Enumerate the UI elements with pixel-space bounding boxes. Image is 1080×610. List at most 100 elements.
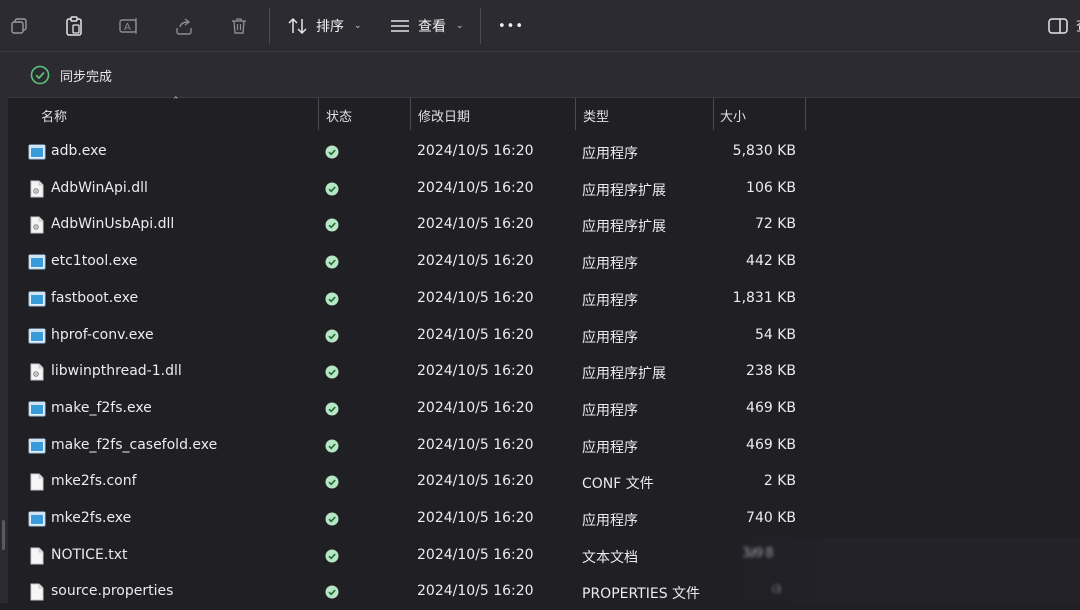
share-icon[interactable] bbox=[172, 14, 196, 38]
file-row[interactable]: libwinpthread-1.dll 2024/10/5 16:20 应用程序扩展… bbox=[8, 354, 1080, 390]
sort-label: 排序 bbox=[316, 19, 344, 35]
file-name: libwinpthread-1.dll bbox=[51, 363, 182, 380]
dll-icon bbox=[28, 216, 46, 234]
synced-status-icon bbox=[325, 402, 339, 420]
file-row[interactable]: make_f2fs_casefold.exe 2024/10/5 16:20 应用程… bbox=[8, 428, 1080, 464]
file-row[interactable]: etc1tool.exe 2024/10/5 16:20 应用程序 442 KB bbox=[8, 244, 1080, 280]
file-type: 应用程序 bbox=[582, 146, 638, 162]
pane-resize-handle[interactable] bbox=[2, 520, 5, 550]
file-row[interactable]: mke2fs.exe 2024/10/5 16:20 应用程序 740 KB bbox=[8, 501, 1080, 537]
column-header-status-label: 状态 bbox=[326, 110, 353, 125]
file-modified-date: 2024/10/5 16:20 bbox=[417, 363, 534, 380]
details-pane-button[interactable]: 查 bbox=[1048, 12, 1080, 40]
file-row[interactable]: AdbWinApi.dll 2024/10/5 16:20 应用程序扩展 106 KB bbox=[8, 171, 1080, 207]
column-header-status[interactable]: 状态 bbox=[319, 98, 411, 130]
file-modified-date: 2024/10/5 16:20 bbox=[417, 143, 534, 159]
synced-status-icon bbox=[325, 182, 339, 200]
sync-status-text: 同步完成 bbox=[60, 70, 113, 85]
file-row[interactable]: mke2fs.conf 2024/10/5 16:20 CONF 文件 2 KB bbox=[8, 464, 1080, 500]
file-size: 2 KB bbox=[763, 473, 796, 490]
file-size: 740 KB bbox=[746, 510, 796, 526]
column-header-modified[interactable]: 修改日期 bbox=[411, 98, 576, 130]
dll-icon bbox=[28, 180, 46, 198]
file-modified-date: 2024/10/5 16:20 bbox=[417, 326, 534, 343]
file-type: PROPERTIES 文件 bbox=[582, 586, 701, 603]
paste-icon[interactable] bbox=[62, 14, 86, 38]
file-icon bbox=[28, 583, 46, 601]
column-header-type[interactable]: 类型 bbox=[576, 98, 714, 130]
details-pane-label: 查 bbox=[1076, 16, 1080, 36]
exe-icon bbox=[28, 327, 46, 345]
delete-icon[interactable] bbox=[227, 14, 251, 38]
file-type: 应用程序扩展 bbox=[582, 182, 666, 199]
file-size: 72 KB bbox=[754, 216, 796, 233]
file-icon bbox=[28, 547, 46, 565]
file-name: AdbWinUsbApi.dll bbox=[51, 216, 175, 233]
file-row[interactable]: AdbWinUsbApi.dll 2024/10/5 16:20 应用程序扩展 72 … bbox=[8, 207, 1080, 243]
column-header-type-label: 类型 bbox=[583, 110, 610, 125]
exe-icon bbox=[28, 437, 46, 455]
synced-status-icon bbox=[325, 549, 339, 567]
synced-status-icon bbox=[325, 292, 339, 310]
file-name: hprof-conv.exe bbox=[51, 326, 154, 343]
command-bar: A 排序 ⌄ 查看 ⌄ ••• 查 bbox=[0, 0, 1080, 52]
file-modified-date: 2024/10/5 16:20 bbox=[417, 583, 534, 600]
column-header-size-label: 大小 bbox=[720, 110, 747, 125]
column-header-modified-label: 修改日期 bbox=[418, 110, 471, 125]
copy-icon[interactable] bbox=[7, 14, 31, 38]
file-type: 应用程序 bbox=[582, 329, 638, 346]
file-icon bbox=[28, 473, 46, 491]
file-name: make_f2fs_casefold.exe bbox=[51, 436, 218, 453]
sort-ascending-icon: ⌃ bbox=[172, 96, 180, 106]
file-size: 238 KB bbox=[746, 363, 796, 380]
synced-status-icon bbox=[325, 145, 339, 163]
file-name: NOTICE.txt bbox=[51, 546, 128, 563]
file-size: 469 KB bbox=[746, 399, 796, 416]
file-modified-date: 2024/10/5 16:20 bbox=[417, 473, 534, 490]
sort-icon bbox=[288, 17, 307, 35]
file-row[interactable]: hprof-conv.exe 2024/10/5 16:20 应用程序 54 KB bbox=[8, 318, 1080, 354]
file-row[interactable]: fastboot.exe 2024/10/5 16:20 应用程序 1,831 KB bbox=[8, 281, 1080, 317]
file-name: mke2fs.exe bbox=[51, 510, 132, 526]
chevron-down-icon: ⌄ bbox=[354, 21, 362, 31]
svg-text:A: A bbox=[124, 22, 131, 33]
dll-icon bbox=[28, 363, 46, 381]
redacted-text: ଓ bbox=[772, 582, 781, 597]
column-header-name[interactable]: ⌃ 名称 bbox=[8, 96, 319, 130]
file-name: mke2fs.conf bbox=[51, 473, 137, 490]
exe-icon bbox=[28, 143, 46, 161]
synced-status-icon bbox=[325, 512, 339, 530]
file-type: 文本文档 bbox=[582, 549, 638, 566]
toolbar-divider bbox=[269, 8, 270, 44]
file-type: 应用程序 bbox=[582, 513, 638, 529]
synced-status-icon bbox=[325, 475, 339, 493]
file-size: 5,830 KB bbox=[732, 143, 796, 159]
chevron-down-icon: ⌄ bbox=[456, 21, 464, 31]
file-type: 应用程序 bbox=[582, 439, 638, 456]
file-row[interactable]: adb.exe 2024/10/5 16:20 应用程序 5,830 KB bbox=[8, 134, 1080, 170]
sort-button[interactable]: 排序 ⌄ bbox=[288, 12, 362, 40]
view-label: 查看 bbox=[418, 19, 446, 35]
column-header-size[interactable]: 大小 bbox=[714, 98, 806, 130]
rename-icon[interactable]: A bbox=[117, 14, 141, 38]
synced-status-icon bbox=[325, 218, 339, 236]
more-icon: ••• bbox=[498, 18, 525, 34]
file-modified-date: 2024/10/5 16:20 bbox=[417, 510, 534, 526]
file-name: fastboot.exe bbox=[51, 289, 139, 306]
file-row[interactable]: make_f2fs.exe 2024/10/5 16:20 应用程序 469 KB bbox=[8, 391, 1080, 427]
column-header-row: ⌃ 名称 状态 修改日期 类型 大小 bbox=[8, 96, 1080, 130]
file-modified-date: 2024/10/5 16:20 bbox=[417, 253, 534, 270]
view-button[interactable]: 查看 ⌄ bbox=[390, 12, 464, 40]
more-options-button[interactable]: ••• bbox=[498, 12, 524, 40]
synced-status-icon bbox=[325, 439, 339, 457]
file-modified-date: 2024/10/5 16:20 bbox=[417, 179, 534, 196]
file-modified-date: 2024/10/5 16:20 bbox=[417, 399, 534, 416]
file-type: 应用程序扩展 bbox=[582, 219, 666, 236]
synced-status-icon bbox=[325, 585, 339, 603]
exe-icon bbox=[28, 510, 46, 528]
file-size: 469 KB bbox=[746, 436, 796, 453]
toolbar-divider bbox=[480, 8, 481, 44]
file-modified-date: 2024/10/5 16:20 bbox=[417, 436, 534, 453]
file-modified-date: 2024/10/5 16:20 bbox=[417, 216, 534, 233]
synced-status-icon bbox=[325, 329, 339, 347]
